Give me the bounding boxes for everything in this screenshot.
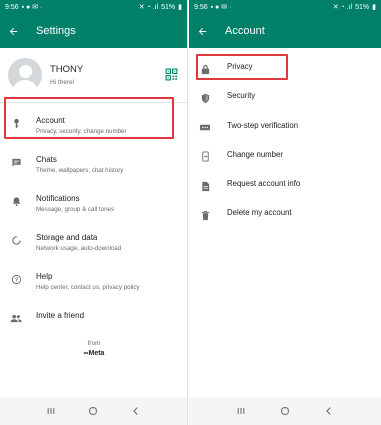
notification-icons: ▪ ● ✉ · xyxy=(210,4,232,11)
lock-icon xyxy=(199,63,211,75)
shield-icon xyxy=(199,92,211,104)
account-item-request-info[interactable]: Request account info xyxy=(189,170,381,199)
account-item-label: Privacy xyxy=(227,62,253,71)
settings-item-invite[interactable]: Invite a friend xyxy=(0,298,187,337)
back-icon[interactable] xyxy=(131,406,141,416)
battery-level: 51% xyxy=(355,3,370,11)
people-icon xyxy=(10,312,22,324)
chat-icon xyxy=(10,156,22,168)
account-item-two-step[interactable]: Two-step verification xyxy=(189,112,381,141)
settings-item-chats[interactable]: Chats Theme, wallpapers, chat history xyxy=(0,142,187,181)
recents-icon[interactable] xyxy=(236,406,246,416)
system-nav-bar xyxy=(0,397,187,425)
page-title: Account xyxy=(225,25,265,37)
home-icon[interactable] xyxy=(88,406,98,416)
from-meta: from ∞Meta xyxy=(0,340,187,357)
account-item-security[interactable]: Security xyxy=(189,82,381,111)
profile-name: THONY xyxy=(50,64,84,75)
settings-item-notifications[interactable]: Notifications Message, group & call tone… xyxy=(0,181,187,220)
from-label: from xyxy=(87,340,101,347)
account-item-change-number[interactable]: Change number xyxy=(189,141,381,170)
bell-icon xyxy=(10,195,22,207)
back-arrow-icon[interactable] xyxy=(195,24,209,38)
account-item-label: Two-step verification xyxy=(227,120,299,130)
account-screen: 9:56 ▪ ● ✉ · ✕ ◔ .ıl 51% ▮ Account Priva… xyxy=(189,0,381,425)
status-bar: 9:56 ▪ ● ✉ · ✕ ◔ .ıl 51% ▮ xyxy=(0,0,187,14)
status-time: 9:56 xyxy=(5,3,19,11)
settings-item-label: Invite a friend xyxy=(36,311,85,320)
qr-code-icon[interactable] xyxy=(165,68,179,82)
battery-icon: ▮ xyxy=(178,4,182,11)
battery-level: 51% xyxy=(161,3,176,11)
app-bar: Account xyxy=(189,14,381,48)
phone-icon xyxy=(199,151,211,163)
dots-icon xyxy=(199,122,211,134)
settings-item-label: Help xyxy=(36,272,53,281)
app-bar: Settings xyxy=(0,14,187,48)
profile-status: Hi there! xyxy=(50,79,75,86)
settings-item-subtitle: Network usage, auto-download xyxy=(36,245,122,252)
status-time: 9:56 xyxy=(194,3,208,11)
account-item-label: Delete my account xyxy=(227,208,292,218)
settings-item-subtitle: Theme, wallpapers, chat history xyxy=(36,167,124,174)
battery-icon: ▮ xyxy=(372,4,376,11)
trash-icon xyxy=(199,209,211,221)
avatar[interactable] xyxy=(8,58,42,92)
account-item-label: Request account info xyxy=(227,179,301,189)
system-nav-bar xyxy=(189,397,381,425)
settings-item-label: Storage and data xyxy=(36,233,98,242)
settings-item-help[interactable]: ? Help Help center, contact us, privacy … xyxy=(0,259,187,298)
notification-icons: ▪ ● ✉ · xyxy=(21,4,43,11)
settings-screen: 9:56 ▪ ● ✉ · ✕ ◔ .ıl 51% ▮ Settings THON… xyxy=(0,0,188,425)
help-icon: ? xyxy=(10,273,22,285)
key-icon xyxy=(10,117,22,129)
profile-row[interactable]: THONY Hi there! xyxy=(0,48,187,103)
settings-item-label: Notifications xyxy=(36,194,80,203)
page-title: Settings xyxy=(36,25,76,37)
settings-item-label: Account xyxy=(36,116,65,125)
account-item-label: Security xyxy=(227,91,256,101)
document-icon xyxy=(199,180,211,192)
account-item-privacy[interactable]: Privacy xyxy=(189,53,381,82)
settings-item-account[interactable]: Account Privacy, security, change number xyxy=(0,103,187,142)
back-icon[interactable] xyxy=(324,406,334,416)
home-icon[interactable] xyxy=(280,406,290,416)
settings-item-storage[interactable]: Storage and data Network usage, auto-dow… xyxy=(0,220,187,259)
status-bar: 9:56 ▪ ● ✉ · ✕ ◔ .ıl 51% ▮ xyxy=(189,0,381,14)
account-item-delete[interactable]: Delete my account xyxy=(189,199,381,228)
settings-item-subtitle: Privacy, security, change number xyxy=(36,128,127,135)
recents-icon[interactable] xyxy=(46,406,56,416)
meta-logo: ∞Meta xyxy=(83,350,105,357)
settings-item-subtitle: Message, group & call tones xyxy=(36,206,115,213)
svg-text:?: ? xyxy=(14,277,18,283)
signal-icons: ✕ ◔ .ıl xyxy=(138,4,159,11)
signal-icons: ✕ ◔ .ıl xyxy=(332,4,353,11)
settings-item-subtitle: Help center, contact us, privacy policy xyxy=(36,284,140,291)
storage-icon xyxy=(10,234,22,246)
settings-item-label: Chats xyxy=(36,155,57,164)
account-item-label: Change number xyxy=(227,149,283,159)
back-arrow-icon[interactable] xyxy=(6,24,20,38)
